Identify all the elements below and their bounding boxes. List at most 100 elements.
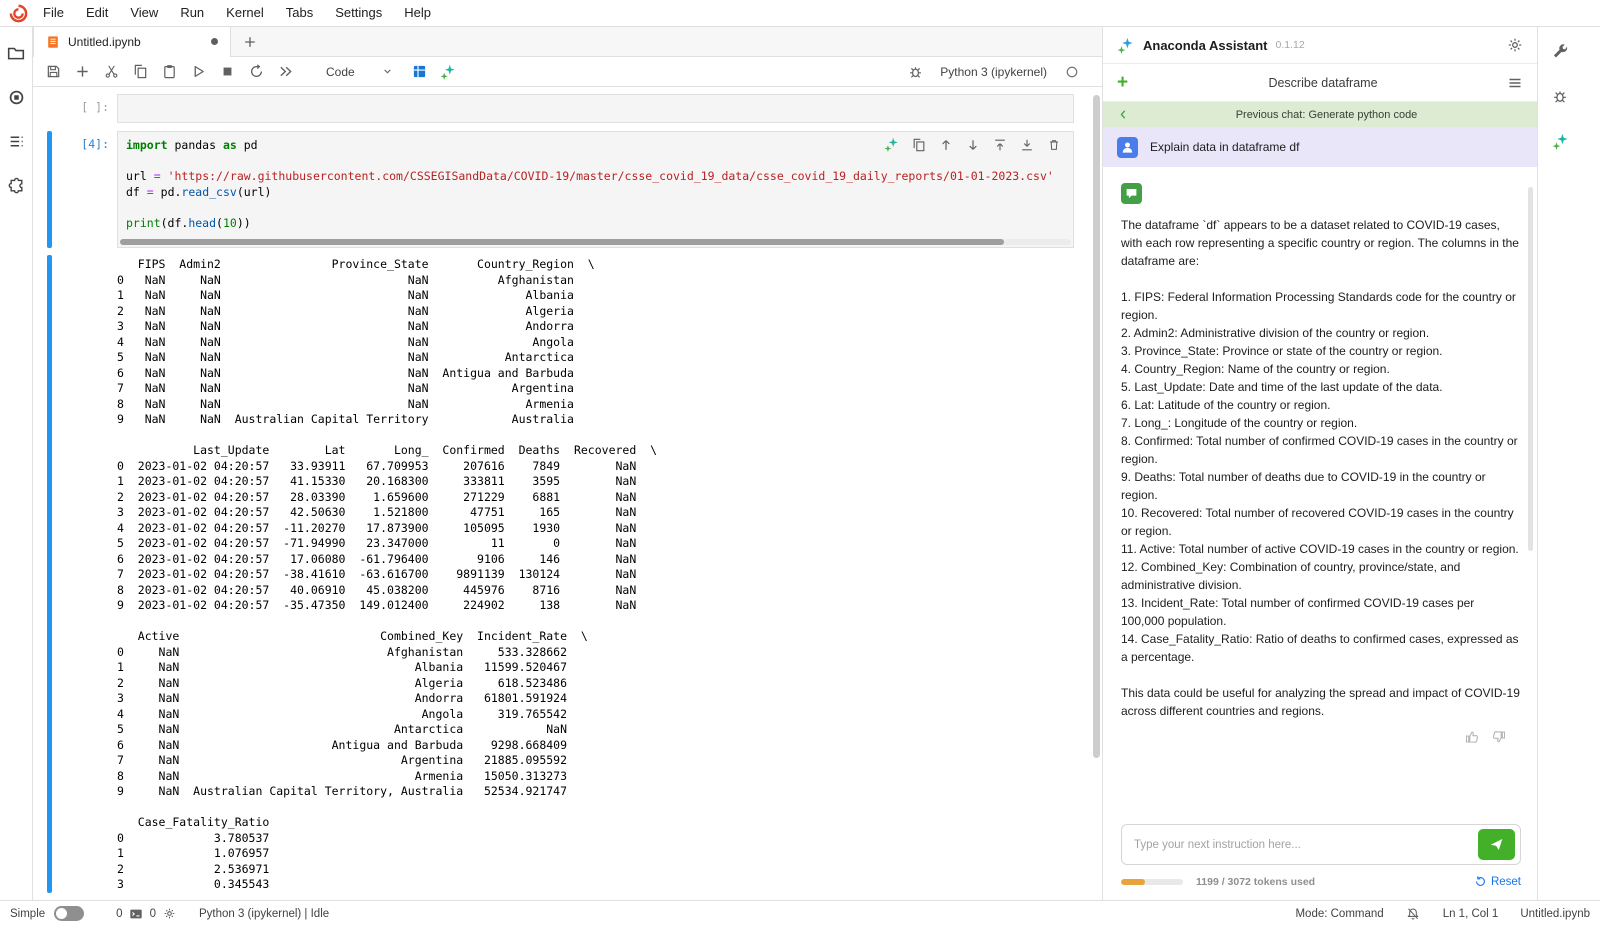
notebook-scroll-area[interactable]: [ ]: [4]: import pandas as pd url = 'htt… <box>33 87 1102 900</box>
assistant-response-item: 2. Admin2: Administrative division of th… <box>1121 324 1520 342</box>
assistant-response-intro: The dataframe `df` appears to be a datas… <box>1121 216 1520 270</box>
simple-mode-toggle[interactable] <box>54 906 84 921</box>
tab-label: Untitled.ipynb <box>68 35 211 49</box>
thumbs-down-icon[interactable] <box>1490 728 1507 745</box>
duplicate-cell-button[interactable] <box>911 137 926 152</box>
wrench-icon <box>1552 43 1569 60</box>
cell-ai-sparkle-button[interactable] <box>884 137 899 152</box>
cut-cells-button[interactable] <box>103 64 119 80</box>
kernel-status-label[interactable]: Python 3 (ipykernel) | Idle <box>199 908 329 920</box>
reset-icon <box>1474 875 1487 888</box>
reset-button[interactable]: Reset <box>1474 875 1521 888</box>
thumbs-up-icon[interactable] <box>1463 728 1480 745</box>
notebook-toolbar: Code Python 3 (ipykernel) <box>33 57 1102 87</box>
interrupt-kernel-button[interactable] <box>219 64 235 80</box>
run-cell-button[interactable] <box>190 64 206 80</box>
restart-run-all-button[interactable] <box>277 64 293 80</box>
previous-chat-label: Previous chat: Generate python code <box>1130 109 1523 121</box>
terminal-icon <box>129 906 144 921</box>
chevron-down-icon <box>381 65 394 78</box>
running-sessions-tab[interactable] <box>6 87 26 107</box>
simple-mode-label[interactable]: Simple <box>10 908 45 920</box>
assistant-title: Anaconda Assistant <box>1143 38 1268 53</box>
empty-cell-editor[interactable] <box>117 94 1074 123</box>
table-of-contents-tab[interactable] <box>6 131 26 151</box>
menu-item-edit[interactable]: Edit <box>75 0 119 26</box>
statusbar-filename: Untitled.ipynb <box>1520 908 1590 920</box>
paper-plane-icon <box>1489 837 1504 852</box>
delete-cell-button[interactable] <box>1046 137 1061 152</box>
notebook-icon <box>46 35 60 49</box>
assistant-header: Anaconda Assistant 0.1.12 <box>1103 27 1537 64</box>
send-button[interactable] <box>1478 829 1515 860</box>
move-cell-down-button[interactable] <box>965 137 980 152</box>
save-button[interactable] <box>45 64 61 80</box>
menu-item-settings[interactable]: Settings <box>324 0 393 26</box>
empty-cell[interactable]: [ ]: <box>47 94 1102 123</box>
empty-cell-prompt: [ ]: <box>61 94 117 123</box>
extensions-tab[interactable] <box>6 175 26 195</box>
file-browser-tab[interactable] <box>6 43 26 63</box>
assistant-scrollbar-thumb[interactable] <box>1528 187 1533 551</box>
assistant-sparkle-button[interactable] <box>440 64 456 80</box>
output-collapser[interactable] <box>47 255 52 893</box>
insert-cell-below-button[interactable] <box>1019 137 1034 152</box>
code-cell-input[interactable]: [4]: import pandas as pd url = 'https://… <box>47 131 1102 248</box>
paste-cells-button[interactable] <box>161 64 177 80</box>
code-horizontal-scrollbar-thumb[interactable] <box>120 239 1004 245</box>
chat-menu-hamburger-icon[interactable] <box>1507 75 1523 91</box>
menu-item-tabs[interactable]: Tabs <box>275 0 324 26</box>
menubar: FileEditViewRunKernelTabsSettingsHelp <box>0 0 1600 27</box>
property-inspector-tab[interactable] <box>1550 41 1570 61</box>
restart-kernel-button[interactable] <box>248 64 264 80</box>
tokens-used-label: 1199 / 3072 tokens used <box>1196 876 1315 888</box>
kernel-status-icon[interactable] <box>1064 64 1080 80</box>
data-grid-button[interactable] <box>411 64 427 80</box>
notebook-vertical-scrollbar[interactable] <box>1091 89 1101 898</box>
assistant-tab[interactable] <box>1550 131 1570 151</box>
insert-cell-above-button[interactable] <box>992 137 1007 152</box>
running-counts[interactable]: 0 0 <box>116 906 177 921</box>
assistant-response-item: 11. Active: Total number of active COVID… <box>1121 540 1520 558</box>
cursor-position[interactable]: Ln 1, Col 1 <box>1443 908 1499 920</box>
user-avatar <box>1117 137 1138 158</box>
new-chat-button[interactable]: + <box>1117 73 1139 92</box>
input-collapser[interactable] <box>47 131 52 248</box>
assistant-settings-gear-icon[interactable] <box>1507 37 1523 53</box>
menu-item-run[interactable]: Run <box>169 0 215 26</box>
debugger-tab[interactable] <box>1550 86 1570 106</box>
assistant-input[interactable] <box>1122 839 1478 851</box>
debugger-bug-icon[interactable] <box>907 64 923 80</box>
previous-chat-bar[interactable]: Previous chat: Generate python code <box>1103 102 1537 127</box>
menu-item-file[interactable]: File <box>32 0 75 26</box>
move-cell-up-button[interactable] <box>938 137 953 152</box>
empty-cell-collapser[interactable] <box>47 94 52 123</box>
assistant-conversation: The dataframe `df` appears to be a datas… <box>1103 167 1537 814</box>
running-circle-icon <box>8 89 25 106</box>
folder-icon <box>7 44 25 62</box>
notebook-vertical-scrollbar-thumb[interactable] <box>1093 95 1100 758</box>
code-editor[interactable]: import pandas as pd url = 'https://raw.g… <box>117 131 1074 248</box>
kernel-name[interactable]: Python 3 (ipykernel) <box>940 65 1047 79</box>
code-horizontal-scrollbar[interactable] <box>120 239 1071 245</box>
new-tab-button[interactable] <box>231 35 269 49</box>
assistant-response-item: 5. Last_Update: Date and time of the las… <box>1121 378 1520 396</box>
insert-cell-button[interactable] <box>74 64 90 80</box>
toggle-knob <box>56 908 67 919</box>
menu-item-view[interactable]: View <box>119 0 169 26</box>
menu-item-kernel[interactable]: Kernel <box>215 0 275 26</box>
assistant-subheader: + Describe dataframe <box>1103 64 1537 102</box>
notifications-bell-icon[interactable] <box>1406 906 1421 921</box>
assistant-scrollbar[interactable] <box>1528 187 1534 707</box>
cell-type-dropdown[interactable]: Code <box>318 61 398 83</box>
copy-cells-button[interactable] <box>132 64 148 80</box>
chat-title: Describe dataframe <box>1139 76 1507 90</box>
assistant-footer: 1199 / 3072 tokens used Reset <box>1121 875 1521 888</box>
unsaved-indicator-icon[interactable] <box>211 38 218 45</box>
assistant-response-outro: This data could be useful for analyzing … <box>1121 684 1520 720</box>
assistant-response-item: 8. Confirmed: Total number of confirmed … <box>1121 432 1520 468</box>
assistant-response-item: 3. Province_State: Province or state of … <box>1121 342 1520 360</box>
menu-item-help[interactable]: Help <box>393 0 442 26</box>
tab-untitled-ipynb[interactable]: Untitled.ipynb <box>33 27 231 57</box>
assistant-response-list: 1. FIPS: Federal Information Processing … <box>1121 288 1520 666</box>
